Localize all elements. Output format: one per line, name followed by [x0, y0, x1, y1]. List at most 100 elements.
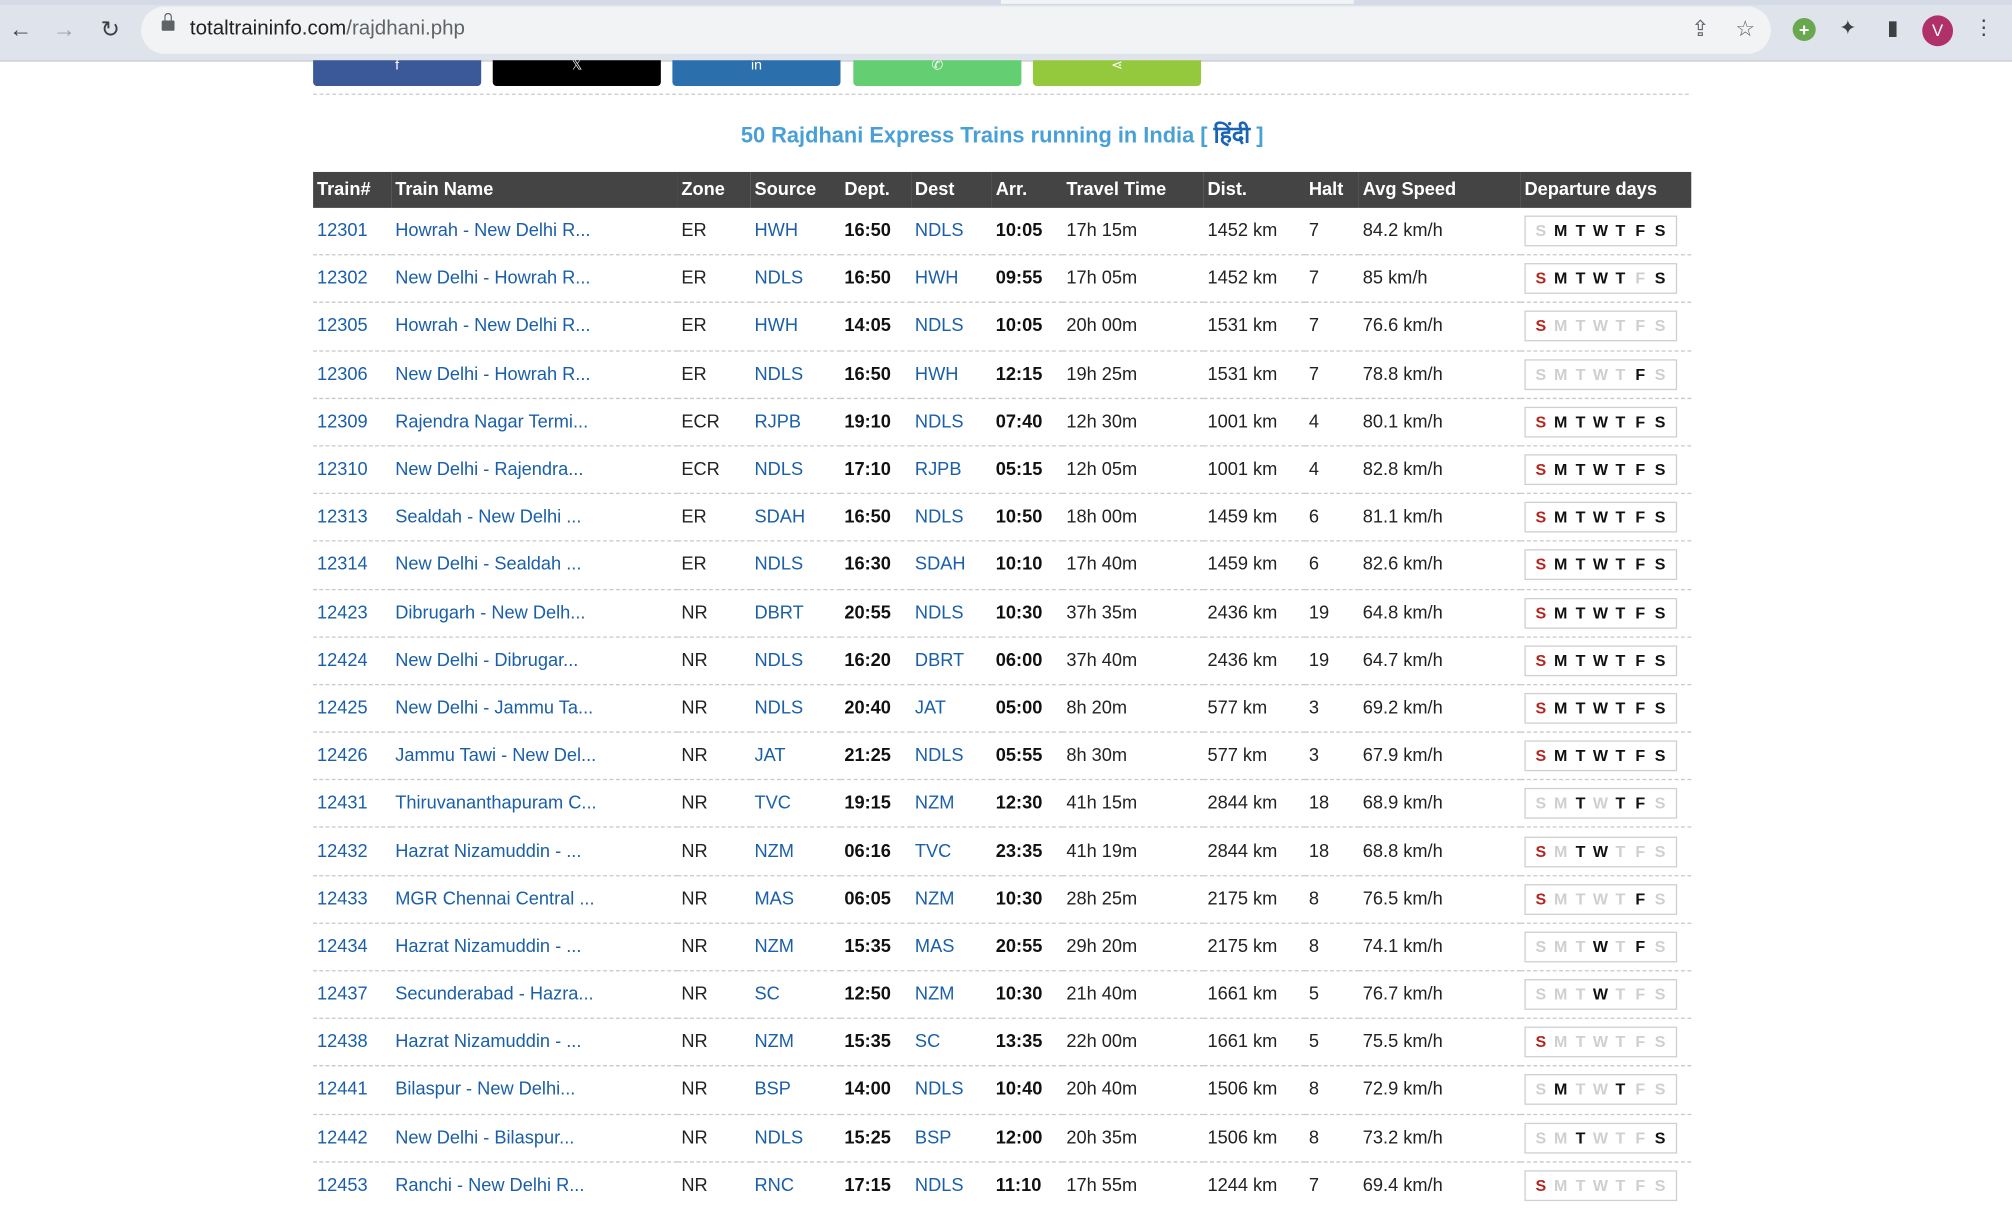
- train-name-link[interactable]: New Delhi - Bilaspur...: [395, 1127, 574, 1148]
- destination-station-link[interactable]: NDLS: [915, 221, 964, 242]
- train-number-link[interactable]: 12314: [317, 555, 368, 576]
- destination-station-link[interactable]: SC: [915, 1032, 940, 1053]
- train-number-link[interactable]: 12442: [317, 1127, 368, 1148]
- source-station-link[interactable]: DBRT: [755, 603, 804, 624]
- train-name-link[interactable]: Jammu Tawi - New Del...: [395, 746, 596, 767]
- destination-station-link[interactable]: NDLS: [915, 316, 964, 337]
- side-panel-icon[interactable]: ▮: [1880, 17, 1906, 43]
- train-number-link[interactable]: 12438: [317, 1032, 368, 1053]
- generic-share-button[interactable]: ⋖: [1032, 60, 1202, 86]
- train-number-link[interactable]: 12431: [317, 793, 368, 814]
- x-share-button[interactable]: 𝕏: [492, 60, 661, 86]
- destination-station-link[interactable]: NZM: [915, 793, 954, 814]
- url-text[interactable]: totaltraininfo.com/rajdhani.php: [190, 18, 465, 41]
- train-number-link[interactable]: 12423: [317, 603, 368, 624]
- menu-kebab-icon[interactable]: ⋮: [1971, 17, 1997, 43]
- source-station-link[interactable]: NDLS: [755, 459, 804, 480]
- destination-station-link[interactable]: NZM: [915, 984, 954, 1005]
- train-number-link[interactable]: 12302: [317, 269, 368, 290]
- hindi-language-link[interactable]: हिंदी: [1214, 122, 1251, 148]
- train-name-link[interactable]: Ranchi - New Delhi R...: [395, 1175, 584, 1196]
- destination-station-link[interactable]: DBRT: [915, 650, 964, 671]
- source-station-link[interactable]: JAT: [755, 746, 786, 767]
- train-name-link[interactable]: New Delhi - Rajendra...: [395, 459, 583, 480]
- train-number-link[interactable]: 12433: [317, 889, 368, 910]
- train-number-link[interactable]: 12441: [317, 1080, 368, 1101]
- train-number-link[interactable]: 12305: [317, 316, 368, 337]
- destination-station-link[interactable]: JAT: [915, 698, 946, 719]
- lock-icon[interactable]: [161, 12, 175, 31]
- train-name-link[interactable]: Howrah - New Delhi R...: [395, 316, 590, 337]
- source-station-link[interactable]: NZM: [755, 841, 794, 862]
- destination-station-link[interactable]: BSP: [915, 1127, 951, 1148]
- destination-station-link[interactable]: RJPB: [915, 459, 962, 480]
- train-name-link[interactable]: Rajendra Nagar Termi...: [395, 412, 588, 433]
- source-station-link[interactable]: NDLS: [755, 364, 804, 385]
- source-station-link[interactable]: RJPB: [755, 412, 802, 433]
- train-number-link[interactable]: 12434: [317, 937, 368, 958]
- source-station-link[interactable]: TVC: [755, 793, 791, 814]
- reload-icon[interactable]: ↻: [98, 17, 124, 43]
- source-station-link[interactable]: NZM: [755, 937, 794, 958]
- train-number-link[interactable]: 12310: [317, 459, 368, 480]
- extension-green-icon[interactable]: +: [1792, 17, 1816, 42]
- whatsapp-share-button[interactable]: ✆: [853, 60, 1022, 86]
- train-number-link[interactable]: 12426: [317, 746, 368, 767]
- train-name-link[interactable]: New Delhi - Howrah R...: [395, 364, 590, 385]
- destination-station-link[interactable]: NZM: [915, 889, 954, 910]
- destination-station-link[interactable]: NDLS: [915, 1080, 964, 1101]
- train-name-link[interactable]: Sealdah - New Delhi ...: [395, 507, 581, 528]
- train-number-link[interactable]: 12306: [317, 364, 368, 385]
- train-number-link[interactable]: 12313: [317, 507, 368, 528]
- train-name-link[interactable]: Hazrat Nizamuddin - ...: [395, 1032, 581, 1053]
- train-name-link[interactable]: Howrah - New Delhi R...: [395, 221, 590, 242]
- train-number-link[interactable]: 12301: [317, 221, 368, 242]
- source-station-link[interactable]: HWH: [755, 221, 798, 242]
- destination-station-link[interactable]: NDLS: [915, 603, 964, 624]
- train-name-link[interactable]: Hazrat Nizamuddin - ...: [395, 841, 581, 862]
- train-number-link[interactable]: 12437: [317, 984, 368, 1005]
- train-name-link[interactable]: Secunderabad - Hazra...: [395, 984, 593, 1005]
- destination-station-link[interactable]: HWH: [915, 269, 958, 290]
- train-name-link[interactable]: Dibrugarh - New Delh...: [395, 603, 585, 624]
- source-station-link[interactable]: NDLS: [755, 650, 804, 671]
- destination-station-link[interactable]: MAS: [915, 937, 954, 958]
- train-name-link[interactable]: New Delhi - Dibrugar...: [395, 650, 578, 671]
- source-station-link[interactable]: NZM: [755, 1032, 794, 1053]
- source-station-link[interactable]: SDAH: [755, 507, 806, 528]
- extensions-puzzle-icon[interactable]: ✦: [1835, 17, 1861, 43]
- destination-station-link[interactable]: NDLS: [915, 1175, 964, 1196]
- train-name-link[interactable]: New Delhi - Jammu Ta...: [395, 698, 593, 719]
- facebook-share-button[interactable]: f: [313, 60, 482, 86]
- source-station-link[interactable]: MAS: [755, 889, 794, 910]
- source-station-link[interactable]: NDLS: [755, 698, 804, 719]
- train-name-link[interactable]: Thiruvananthapuram C...: [395, 793, 596, 814]
- destination-station-link[interactable]: TVC: [915, 841, 951, 862]
- source-station-link[interactable]: BSP: [755, 1080, 791, 1101]
- address-bar[interactable]: totaltraininfo.com/rajdhani.php ⇪ ☆: [141, 6, 1771, 54]
- train-number-link[interactable]: 12432: [317, 841, 368, 862]
- destination-station-link[interactable]: NDLS: [915, 412, 964, 433]
- train-name-link[interactable]: Hazrat Nizamuddin - ...: [395, 937, 581, 958]
- destination-station-link[interactable]: NDLS: [915, 746, 964, 767]
- linkedin-share-button[interactable]: in: [672, 60, 841, 86]
- train-number-link[interactable]: 12424: [317, 650, 368, 671]
- train-name-link[interactable]: New Delhi - Howrah R...: [395, 269, 590, 290]
- destination-station-link[interactable]: HWH: [915, 364, 958, 385]
- avatar[interactable]: V: [1922, 15, 1954, 47]
- source-station-link[interactable]: SC: [755, 984, 780, 1005]
- train-name-link[interactable]: Bilaspur - New Delhi...: [395, 1080, 575, 1101]
- destination-station-link[interactable]: SDAH: [915, 555, 966, 576]
- train-number-link[interactable]: 12425: [317, 698, 368, 719]
- bookmark-star-icon[interactable]: ☆: [1732, 17, 1758, 43]
- forward-arrow-icon[interactable]: →: [51, 17, 77, 43]
- source-station-link[interactable]: NDLS: [755, 269, 804, 290]
- train-number-link[interactable]: 12309: [317, 412, 368, 433]
- train-name-link[interactable]: New Delhi - Sealdah ...: [395, 555, 581, 576]
- train-name-link[interactable]: MGR Chennai Central ...: [395, 889, 594, 910]
- source-station-link[interactable]: HWH: [755, 316, 798, 337]
- back-arrow-icon[interactable]: ←: [8, 17, 34, 43]
- source-station-link[interactable]: RNC: [755, 1175, 794, 1196]
- source-station-link[interactable]: NDLS: [755, 1127, 804, 1148]
- train-number-link[interactable]: 12453: [317, 1175, 368, 1196]
